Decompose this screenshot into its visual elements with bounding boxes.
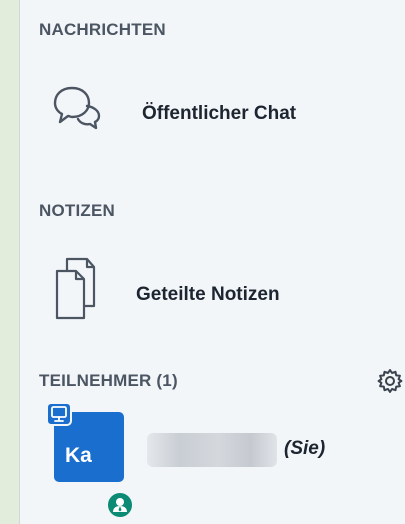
presenter-icon — [46, 402, 72, 426]
gear-icon[interactable] — [377, 368, 403, 394]
section-title-messages: NACHRICHTEN — [39, 20, 166, 39]
sidebar-panel: NACHRICHTEN Öffentlicher Chat NOTIZEN Ge… — [19, 0, 405, 524]
shared-notes-label: Geteilte Notizen — [136, 284, 280, 305]
section-title-notes: NOTIZEN — [39, 201, 116, 220]
documents-icon — [55, 257, 96, 320]
chat-bubbles-icon — [53, 86, 101, 130]
moderator-icon — [105, 490, 135, 520]
participant-name-blurred — [147, 433, 277, 467]
public-chat-label: Öffentlicher Chat — [142, 103, 297, 124]
shared-notes-item[interactable]: Geteilte Notizen — [20, 250, 405, 340]
public-chat-item[interactable]: Öffentlicher Chat — [20, 70, 405, 160]
self-indicator: (Sie) — [284, 438, 326, 459]
section-title-participants: TEILNEHMER (1) — [39, 371, 178, 390]
